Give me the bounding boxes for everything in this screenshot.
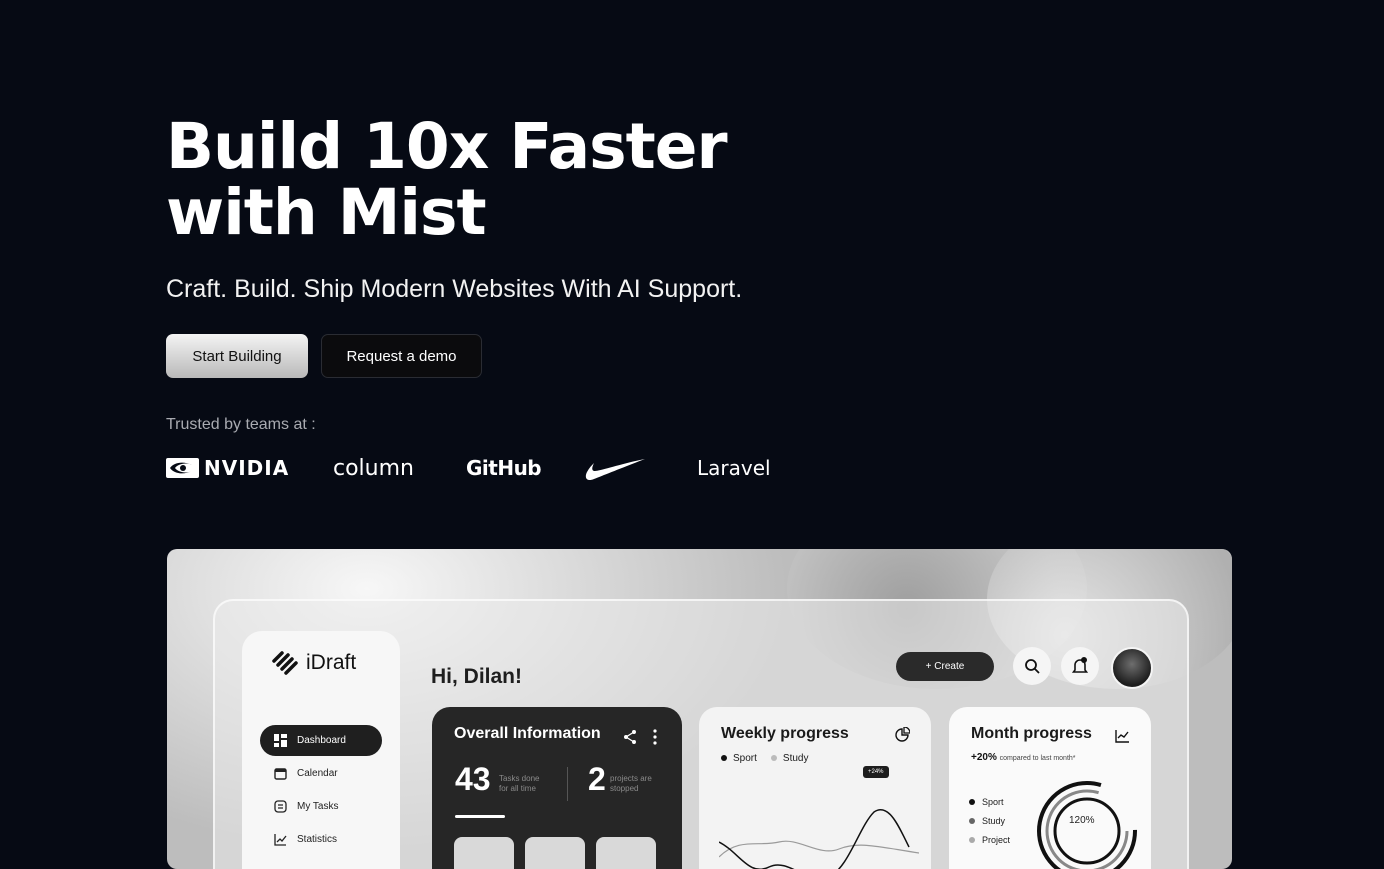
chart-icon[interactable] (1115, 729, 1130, 743)
nav-dashboard[interactable]: Dashboard (260, 725, 382, 756)
tasks-count: 43 (455, 761, 491, 797)
share-icon[interactable] (623, 729, 637, 745)
legend-study: Study (770, 753, 809, 764)
statistics-icon (274, 833, 287, 846)
bell-icon (1072, 657, 1088, 673)
pie-chart-icon[interactable] (895, 727, 910, 742)
more-icon[interactable] (653, 729, 657, 745)
tasks-caption-line1: Tasks done (499, 774, 540, 783)
month-item-label: Study (982, 816, 1006, 826)
ring-outer (1037, 781, 1137, 869)
start-building-button[interactable]: Start Building (166, 334, 308, 378)
legend-study-label: Study (782, 753, 809, 764)
github-logo: GitHub (466, 456, 542, 480)
weekly-legend: Sport Study (721, 753, 808, 764)
idraft-logo-icon (272, 651, 298, 675)
dashboard-preview: iDraft Dashboard Calendar My Tasks Stati… (167, 549, 1232, 869)
tasks-caption: Tasks done for all time (499, 774, 539, 794)
month-item: Study (969, 816, 1010, 826)
weekly-badge: +24% (863, 766, 889, 778)
tasks-caption-line2: for all time (499, 784, 536, 793)
month-delta-value: +20% (971, 752, 997, 763)
nike-logo (584, 450, 646, 486)
preview-sidebar: iDraft Dashboard Calendar My Tasks Stati… (242, 631, 400, 869)
nvidia-wordmark: NVIDIA (204, 456, 290, 480)
nav-statistics[interactable]: Statistics (260, 824, 382, 855)
sport-series-line (719, 809, 910, 869)
avatar[interactable] (1111, 647, 1153, 689)
dashboard-icon (274, 734, 287, 747)
search-icon (1025, 659, 1040, 674)
legend-sport: Sport (721, 753, 757, 764)
month-item: Project (969, 835, 1010, 845)
overall-information-card: Overall Information 43 Tasks done for al… (432, 707, 682, 869)
calendar-icon (274, 767, 287, 780)
hero-subtitle: Craft. Build. Ship Modern Websites With … (166, 275, 743, 303)
weekly-progress-card: Weekly progress Sport Study +24% (699, 707, 931, 869)
hero-title: Build 10x Faster with Mist (166, 110, 728, 249)
stat-divider (567, 767, 568, 801)
nav-my-tasks[interactable]: My Tasks (260, 791, 382, 822)
projects-caption: projects are stopped (610, 774, 652, 794)
brand-name: iDraft (306, 651, 357, 674)
study-series-line (719, 840, 919, 858)
action-tile[interactable] (454, 837, 514, 869)
nvidia-logo: NVIDIA (166, 450, 289, 486)
hero-title-line2: with Mist (166, 176, 487, 249)
ring-value: 120% (1069, 815, 1095, 826)
trusted-label: Trusted by teams at : (166, 416, 316, 433)
action-tile[interactable] (596, 837, 656, 869)
search-button[interactable] (1013, 647, 1051, 685)
nvidia-eye-icon (166, 458, 199, 478)
nav-label: My Tasks (297, 801, 339, 812)
month-legend: Sport Study Project (969, 797, 1010, 854)
projects-count: 2 (588, 761, 606, 797)
dashboard-frame: iDraft Dashboard Calendar My Tasks Stati… (213, 599, 1189, 869)
month-progress-card: Month progress +20% compared to last mon… (949, 707, 1151, 869)
notifications-button[interactable] (1061, 647, 1099, 685)
laravel-logo: Laravel (697, 456, 771, 480)
projects-caption-line1: projects are (610, 774, 652, 783)
month-title: Month progress (971, 725, 1092, 742)
ring-inner (1053, 797, 1121, 865)
hero-title-line1: Build 10x Faster (166, 110, 728, 183)
nav-calendar[interactable]: Calendar (260, 758, 382, 789)
progress-underline (455, 815, 505, 818)
action-tile[interactable] (525, 837, 585, 869)
preview-brand: iDraft (272, 651, 356, 675)
month-item-label: Project (982, 835, 1011, 845)
projects-caption-line2: stopped (610, 784, 639, 793)
nav-label: Calendar (297, 768, 338, 779)
greeting: Hi, Dilan! (431, 665, 523, 688)
ring-middle (1045, 789, 1129, 869)
column-logo: column (333, 455, 414, 481)
nav-label: Statistics (297, 834, 338, 845)
tasks-icon (274, 800, 287, 813)
month-item: Sport (969, 797, 1010, 807)
month-delta: +20% compared to last month* (971, 752, 1076, 763)
weekly-title: Weekly progress (721, 725, 849, 742)
request-demo-button[interactable]: Request a demo (321, 334, 482, 378)
create-button[interactable]: + Create (896, 652, 994, 681)
month-item-label: Sport (982, 797, 1004, 807)
nav-label: Dashboard (297, 735, 346, 746)
preview-nav: Dashboard Calendar My Tasks Statistics (260, 725, 382, 857)
legend-sport-label: Sport (733, 753, 757, 764)
nike-swoosh-icon (585, 459, 645, 481)
overall-title: Overall Information (454, 725, 601, 742)
month-delta-note: compared to last month* (999, 755, 1076, 762)
